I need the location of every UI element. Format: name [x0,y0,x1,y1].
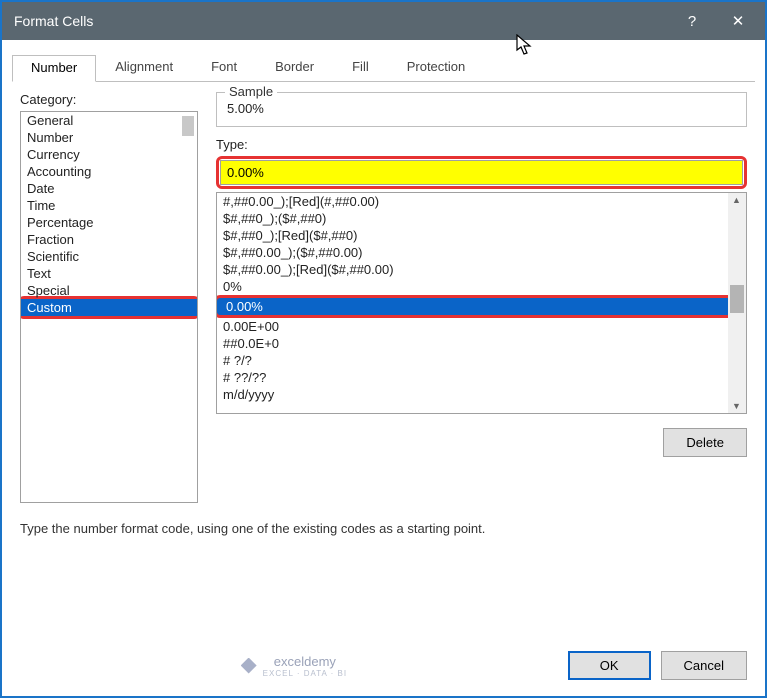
tab-number[interactable]: Number [12,55,96,82]
list-item[interactable]: 0% [217,278,746,295]
list-item[interactable]: Number [21,129,197,146]
delete-button[interactable]: Delete [663,428,747,457]
brand-tagline: EXCEL · DATA · BI [263,669,347,678]
sample-group: Sample 5.00% [216,92,747,127]
ok-button[interactable]: OK [568,651,651,680]
tab-fill[interactable]: Fill [333,54,388,81]
tab-protection[interactable]: Protection [388,54,485,81]
list-item[interactable]: # ??/?? [217,369,746,386]
type-input-highlight [216,156,747,189]
list-item[interactable]: m/d/yyyy [217,386,746,403]
type-label: Type: [216,137,747,152]
window-title: Format Cells [14,13,669,29]
list-item[interactable]: Text [21,265,197,282]
close-button[interactable]: ✕ [715,2,761,40]
list-item[interactable]: $#,##0_);[Red]($#,##0) [217,227,746,244]
category-label: Category: [20,92,198,107]
list-item-selected[interactable]: 0.00% [216,295,747,318]
brand-watermark: exceldemy EXCEL · DATA · BI [20,654,568,678]
scroll-down-icon[interactable]: ▼ [732,401,741,411]
type-input[interactable] [220,160,743,185]
brand-logo-icon [241,658,257,674]
brand-name: exceldemy [274,654,336,669]
list-item[interactable]: $#,##0.00_);($#,##0.00) [217,244,746,261]
title-bar: Format Cells ? ✕ [2,2,765,40]
cancel-button[interactable]: Cancel [661,651,747,680]
close-icon: ✕ [732,12,745,30]
list-item[interactable]: Fraction [21,231,197,248]
scrollbar[interactable]: ▲ ▼ [728,193,746,413]
list-item[interactable]: Percentage [21,214,197,231]
list-item[interactable]: 0.00E+00 [217,318,746,335]
help-icon: ? [688,13,696,30]
list-item[interactable]: Currency [21,146,197,163]
list-item-custom[interactable]: Custom [21,299,197,316]
list-item[interactable]: Date [21,180,197,197]
sample-label: Sample [225,84,277,99]
tab-border[interactable]: Border [256,54,333,81]
category-listbox[interactable]: General Number Currency Accounting Date … [20,111,198,503]
scrollbar-thumb[interactable] [182,116,194,136]
list-item[interactable]: Time [21,197,197,214]
list-item[interactable]: $#,##0.00_);[Red]($#,##0.00) [217,261,746,278]
list-item[interactable]: # ?/? [217,352,746,369]
list-item[interactable]: $#,##0_);($#,##0) [217,210,746,227]
tab-strip: Number Alignment Font Border Fill Protec… [12,54,755,82]
help-text: Type the number format code, using one o… [20,521,747,536]
list-item[interactable]: General [21,112,197,129]
scrollbar-thumb[interactable] [730,285,744,313]
scroll-up-icon[interactable]: ▲ [732,195,741,205]
tab-font[interactable]: Font [192,54,256,81]
list-item[interactable]: ##0.0E+0 [217,335,746,352]
type-listbox[interactable]: #,##0.00_);[Red](#,##0.00) $#,##0_);($#,… [216,192,747,414]
list-item[interactable]: #,##0.00_);[Red](#,##0.00) [217,193,746,210]
tab-alignment[interactable]: Alignment [96,54,192,81]
list-item[interactable]: Scientific [21,248,197,265]
list-item[interactable]: Accounting [21,163,197,180]
sample-value: 5.00% [227,101,736,116]
help-button[interactable]: ? [669,2,715,40]
